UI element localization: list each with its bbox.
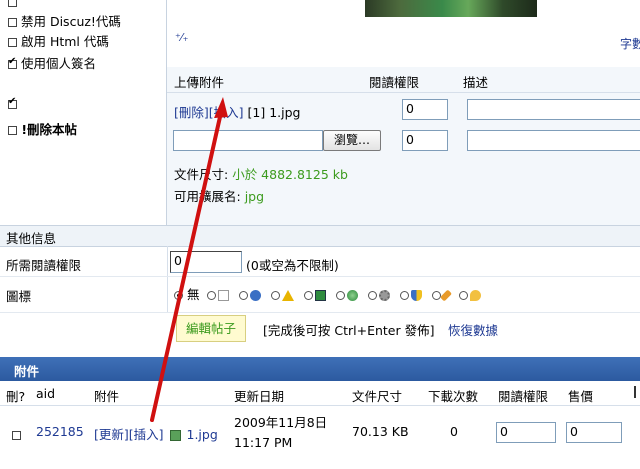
arrow-head xyxy=(214,97,228,118)
annotation-arrow xyxy=(150,97,228,422)
arrow-line xyxy=(150,106,224,422)
